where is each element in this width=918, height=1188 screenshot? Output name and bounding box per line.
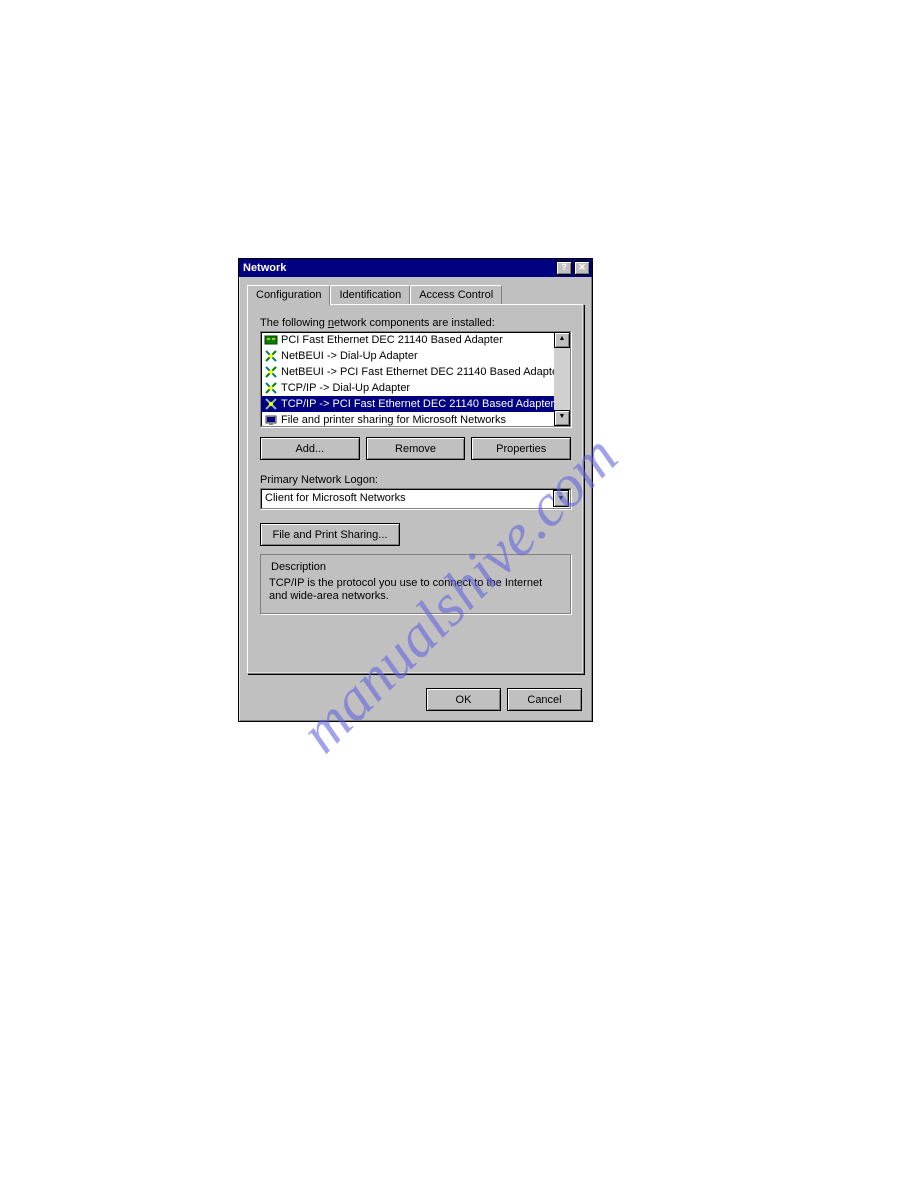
list-item[interactable]: NetBEUI -> Dial-Up Adapter xyxy=(261,348,554,364)
list-item-label: PCI Fast Ethernet DEC 21140 Based Adapte… xyxy=(281,334,503,346)
tab-identification[interactable]: Identification xyxy=(330,285,410,304)
service-icon xyxy=(263,412,279,426)
close-button[interactable]: ✕ xyxy=(574,261,590,275)
dialog-title: Network xyxy=(243,262,286,274)
scroll-up-button[interactable]: ▲ xyxy=(554,332,570,348)
list-item-label: TCP/IP -> Dial-Up Adapter xyxy=(281,382,410,394)
ok-button[interactable]: OK xyxy=(426,688,501,711)
titlebar[interactable]: Network ? ✕ xyxy=(239,259,592,277)
tab-panel-configuration: The following network components are ins… xyxy=(247,304,584,674)
list-items: PCI Fast Ethernet DEC 21140 Based Adapte… xyxy=(261,332,554,426)
protocol-icon xyxy=(263,380,279,396)
cancel-button[interactable]: Cancel xyxy=(507,688,582,711)
list-item-label: NetBEUI -> PCI Fast Ethernet DEC 21140 B… xyxy=(281,366,554,378)
tab-configuration[interactable]: Configuration xyxy=(247,285,330,305)
protocol-icon xyxy=(263,396,279,412)
component-buttons: Add... Remove Properties xyxy=(260,437,571,460)
list-item[interactable]: TCP/IP -> PCI Fast Ethernet DEC 21140 Ba… xyxy=(261,396,554,412)
adapter-icon xyxy=(263,332,279,348)
components-label: The following network components are ins… xyxy=(260,317,571,329)
remove-button[interactable]: Remove xyxy=(366,437,466,460)
primary-logon-combo[interactable]: Client for Microsoft Networks ▼ xyxy=(260,488,571,509)
file-print-sharing-button[interactable]: File and Print Sharing... xyxy=(260,523,400,546)
dialog-actions: OK Cancel xyxy=(239,682,592,721)
list-item[interactable]: NetBEUI -> PCI Fast Ethernet DEC 21140 B… xyxy=(261,364,554,380)
protocol-icon xyxy=(263,348,279,364)
list-item[interactable]: PCI Fast Ethernet DEC 21140 Based Adapte… xyxy=(261,332,554,348)
list-item[interactable]: TCP/IP -> Dial-Up Adapter xyxy=(261,380,554,396)
list-item-label: File and printer sharing for Microsoft N… xyxy=(281,414,506,426)
list-item[interactable]: File and printer sharing for Microsoft N… xyxy=(261,412,554,426)
chevron-down-icon: ▼ xyxy=(558,495,565,502)
list-item-label: NetBEUI -> Dial-Up Adapter xyxy=(281,350,418,362)
description-text: TCP/IP is the protocol you use to connec… xyxy=(269,577,562,603)
primary-logon-label: Primary Network Logon: xyxy=(260,474,571,486)
help-button[interactable]: ? xyxy=(556,261,572,275)
close-icon: ✕ xyxy=(578,262,586,272)
add-button[interactable]: Add... xyxy=(260,437,360,460)
combo-value: Client for Microsoft Networks xyxy=(261,489,552,508)
list-item-label: TCP/IP -> PCI Fast Ethernet DEC 21140 Ba… xyxy=(281,398,554,410)
titlebar-buttons: ? ✕ xyxy=(554,261,590,275)
description-fieldset: Description TCP/IP is the protocol you u… xyxy=(260,554,571,614)
description-label: Description xyxy=(269,561,328,573)
scrollbar-vertical[interactable]: ▲ ▼ xyxy=(554,332,570,426)
components-listview[interactable]: PCI Fast Ethernet DEC 21140 Based Adapte… xyxy=(260,331,571,427)
protocol-icon xyxy=(263,364,279,380)
sharing-button-row: File and Print Sharing... xyxy=(260,523,571,546)
network-dialog: Network ? ✕ Configuration Identification… xyxy=(238,258,593,722)
tab-access-control[interactable]: Access Control xyxy=(410,285,502,304)
scroll-down-button[interactable]: ▼ xyxy=(554,410,570,426)
tabstrip: Configuration Identification Access Cont… xyxy=(247,285,584,304)
properties-button[interactable]: Properties xyxy=(471,437,571,460)
combo-dropdown-button[interactable]: ▼ xyxy=(553,490,569,507)
